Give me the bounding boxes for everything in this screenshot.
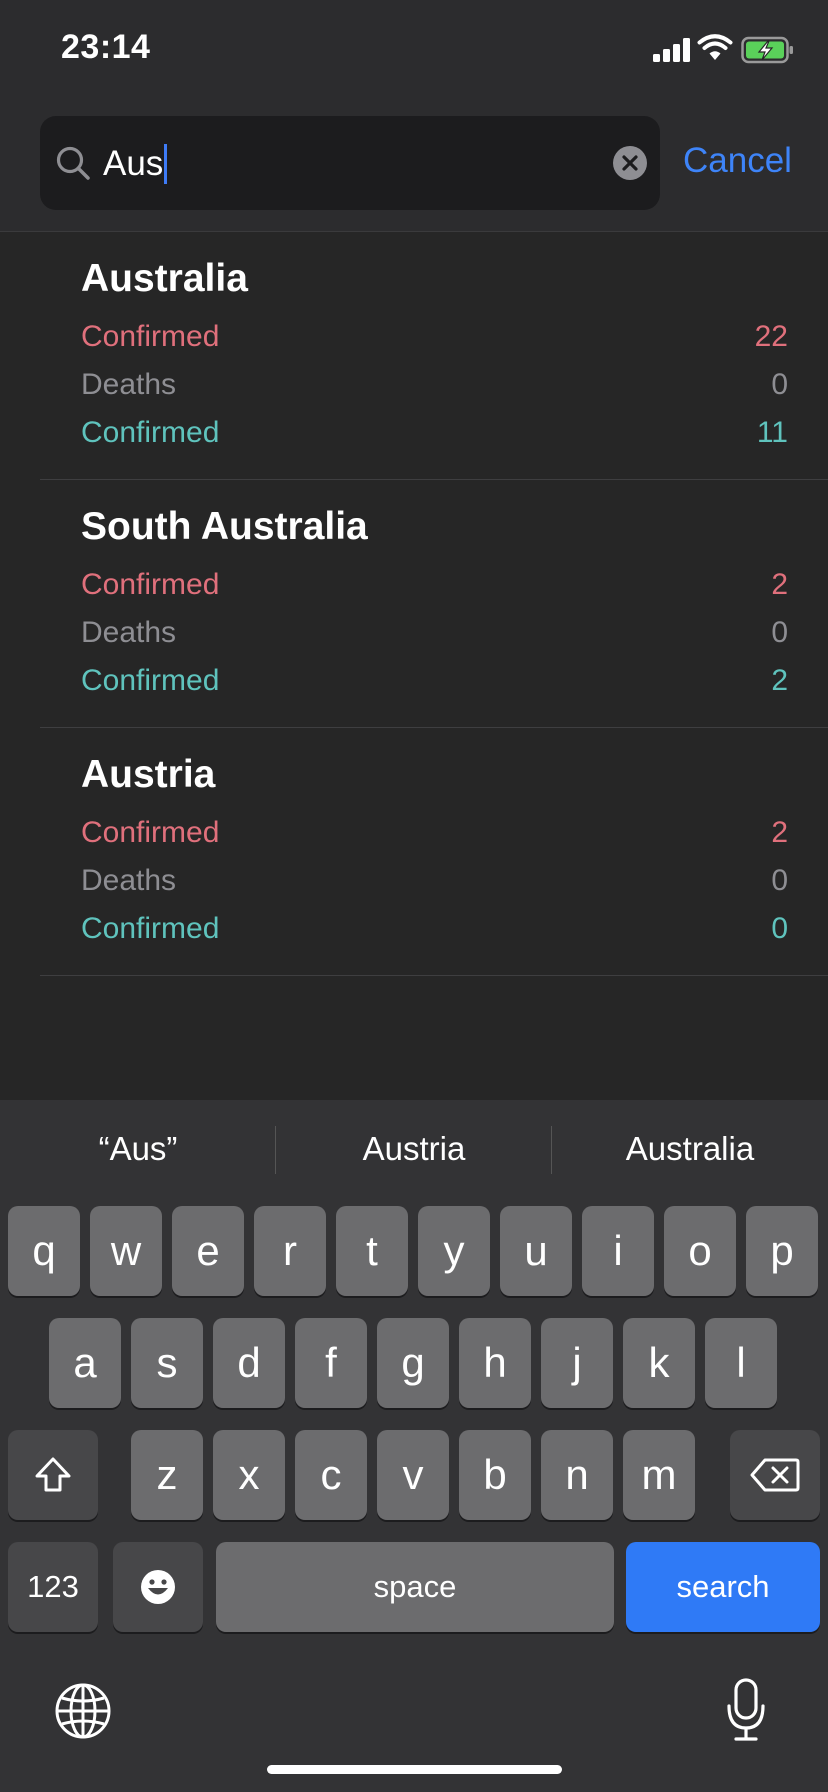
key-z[interactable]: z <box>131 1430 203 1520</box>
emoji-icon <box>141 1570 175 1604</box>
row-value: 0 <box>771 912 788 945</box>
key-s[interactable]: s <box>131 1318 203 1408</box>
emoji-key[interactable] <box>113 1542 203 1632</box>
suggestion-item[interactable]: Austria <box>276 1130 552 1168</box>
key-f[interactable]: f <box>295 1318 367 1408</box>
result-title: Austria <box>81 753 216 796</box>
result-item-australia[interactable]: Australia Confirmed 22 Deaths 0 Confirmed 1… <box>40 232 828 480</box>
battery-charging-icon <box>741 36 793 64</box>
result-item-austria[interactable]: Austria Confirmed 2 Deaths 0 Confirmed 0 <box>40 728 828 976</box>
result-title: South Australia <box>81 505 368 548</box>
suggestion-item[interactable]: “Aus” <box>0 1130 276 1168</box>
backspace-icon <box>750 1458 800 1492</box>
key-m[interactable]: m <box>623 1430 695 1520</box>
key-c[interactable]: c <box>295 1430 367 1520</box>
key-w[interactable]: w <box>90 1206 162 1296</box>
wifi-icon <box>697 34 733 60</box>
key-o[interactable]: o <box>664 1206 736 1296</box>
backspace-key[interactable] <box>730 1430 820 1520</box>
home-indicator[interactable] <box>267 1765 562 1774</box>
row-label: Confirmed <box>81 320 220 353</box>
globe-icon[interactable] <box>54 1682 112 1740</box>
row-label: Deaths <box>81 368 177 401</box>
key-g[interactable]: g <box>377 1318 449 1408</box>
text-cursor <box>164 144 168 184</box>
key-u[interactable]: u <box>500 1206 572 1296</box>
result-title: Australia <box>81 257 248 300</box>
suggestion-item[interactable]: Australia <box>552 1130 828 1168</box>
row-value: 22 <box>754 320 788 353</box>
row-label: Deaths <box>81 864 177 897</box>
key-r[interactable]: r <box>254 1206 326 1296</box>
key-v[interactable]: v <box>377 1430 449 1520</box>
row-value: 2 <box>771 664 788 697</box>
row-label: Confirmed <box>81 664 220 697</box>
microphone-icon[interactable] <box>726 1678 766 1742</box>
key-n[interactable]: n <box>541 1430 613 1520</box>
row-value: 0 <box>771 864 788 897</box>
search-header: 23:14 Aus Cancel <box>0 0 828 232</box>
search-query: Aus <box>103 144 164 183</box>
key-h[interactable]: h <box>459 1318 531 1408</box>
key-b[interactable]: b <box>459 1430 531 1520</box>
numbers-key[interactable]: 123 <box>8 1542 98 1632</box>
row-value: 2 <box>771 816 788 849</box>
row-value: 0 <box>771 616 788 649</box>
search-field[interactable]: Aus <box>40 116 660 210</box>
key-l[interactable]: l <box>705 1318 777 1408</box>
key-k[interactable]: k <box>623 1318 695 1408</box>
shift-icon <box>35 1457 71 1492</box>
row-label: Confirmed <box>81 568 220 601</box>
close-icon <box>622 155 638 171</box>
key-e[interactable]: e <box>172 1206 244 1296</box>
search-input[interactable]: Aus <box>103 144 168 184</box>
key-x[interactable]: x <box>213 1430 285 1520</box>
key-i[interactable]: i <box>582 1206 654 1296</box>
row-label: Confirmed <box>81 912 220 945</box>
result-item-south-australia[interactable]: South Australia Confirmed 2 Deaths 0 Confi… <box>40 480 828 728</box>
suggestion-bar: “Aus” Austria Australia <box>0 1100 828 1200</box>
key-d[interactable]: d <box>213 1318 285 1408</box>
search-icon <box>56 146 90 180</box>
key-q[interactable]: q <box>8 1206 80 1296</box>
search-key[interactable]: search <box>626 1542 820 1632</box>
key-a[interactable]: a <box>49 1318 121 1408</box>
row-value: 0 <box>771 368 788 401</box>
row-value: 11 <box>756 416 788 449</box>
key-j[interactable]: j <box>541 1318 613 1408</box>
cellular-signal-icon <box>653 38 691 62</box>
row-label: Confirmed <box>81 416 220 449</box>
key-p[interactable]: p <box>746 1206 818 1296</box>
shift-key[interactable] <box>8 1430 98 1520</box>
cancel-button[interactable]: Cancel <box>683 141 792 181</box>
space-key[interactable]: space <box>216 1542 614 1632</box>
key-t[interactable]: t <box>336 1206 408 1296</box>
row-value: 2 <box>771 568 788 601</box>
status-time: 23:14 <box>61 28 151 66</box>
results-list: Australia Confirmed 22 Deaths 0 Confirmed 1… <box>0 232 828 976</box>
row-label: Deaths <box>81 616 177 649</box>
row-label: Confirmed <box>81 816 220 849</box>
clear-search-button[interactable] <box>613 146 647 180</box>
key-y[interactable]: y <box>418 1206 490 1296</box>
keyboard: “Aus” Austria Australia q w e r t y u i … <box>0 1100 828 1792</box>
